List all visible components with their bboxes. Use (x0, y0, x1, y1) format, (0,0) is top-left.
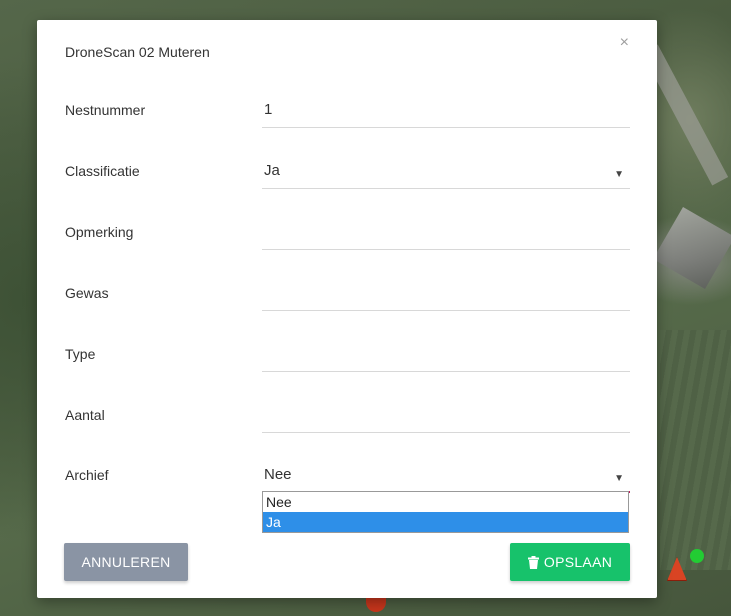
row-classificatie: Classificatie Ja ▼ (65, 161, 631, 205)
opmerking-input[interactable] (262, 222, 630, 250)
gewas-input[interactable] (262, 283, 630, 311)
nestnummer-input[interactable]: 1 (262, 100, 630, 128)
map-building (653, 207, 731, 289)
nestnummer-value: 1 (264, 101, 273, 118)
map-field (660, 330, 731, 570)
modal-title: DroneScan 02 Muteren (65, 44, 210, 60)
caret-down-icon: ▼ (614, 169, 624, 180)
close-icon[interactable]: × (620, 34, 629, 52)
map-marker-red[interactable] (366, 598, 386, 612)
label-gewas: Gewas (65, 285, 109, 301)
label-type: Type (65, 346, 96, 362)
label-classificatie: Classificatie (65, 163, 140, 179)
row-aantal: Aantal (65, 405, 631, 449)
save-label: OPSLAAN (543, 554, 613, 570)
row-type: Type (65, 344, 631, 388)
row-nestnummer: Nestnummer 1 (65, 100, 631, 144)
archief-option-nee[interactable]: Nee (263, 492, 628, 512)
trash-icon (527, 555, 539, 569)
label-archief: Archief (65, 467, 109, 483)
classificatie-select[interactable]: Ja ▼ (262, 161, 630, 189)
classificatie-value: Ja (264, 162, 280, 179)
label-aantal: Aantal (65, 407, 105, 423)
type-input[interactable] (262, 344, 630, 372)
archief-value: Nee (264, 466, 292, 483)
archief-option-ja[interactable]: Ja (263, 512, 628, 532)
row-gewas: Gewas (65, 283, 631, 327)
aantal-input[interactable] (262, 405, 630, 433)
archief-select[interactable]: Nee ▼ (262, 465, 630, 493)
edit-modal: DroneScan 02 Muteren × Nestnummer 1 Clas… (37, 20, 657, 598)
caret-down-icon: ▼ (614, 473, 624, 484)
map-marker-green[interactable] (690, 549, 704, 563)
save-button[interactable]: OPSLAAN (510, 543, 630, 581)
cancel-button[interactable]: ANNULEREN (64, 543, 188, 581)
label-opmerking: Opmerking (65, 224, 134, 240)
row-opmerking: Opmerking (65, 222, 631, 266)
label-nestnummer: Nestnummer (65, 102, 146, 118)
archief-dropdown-list: Nee Ja (262, 491, 629, 533)
